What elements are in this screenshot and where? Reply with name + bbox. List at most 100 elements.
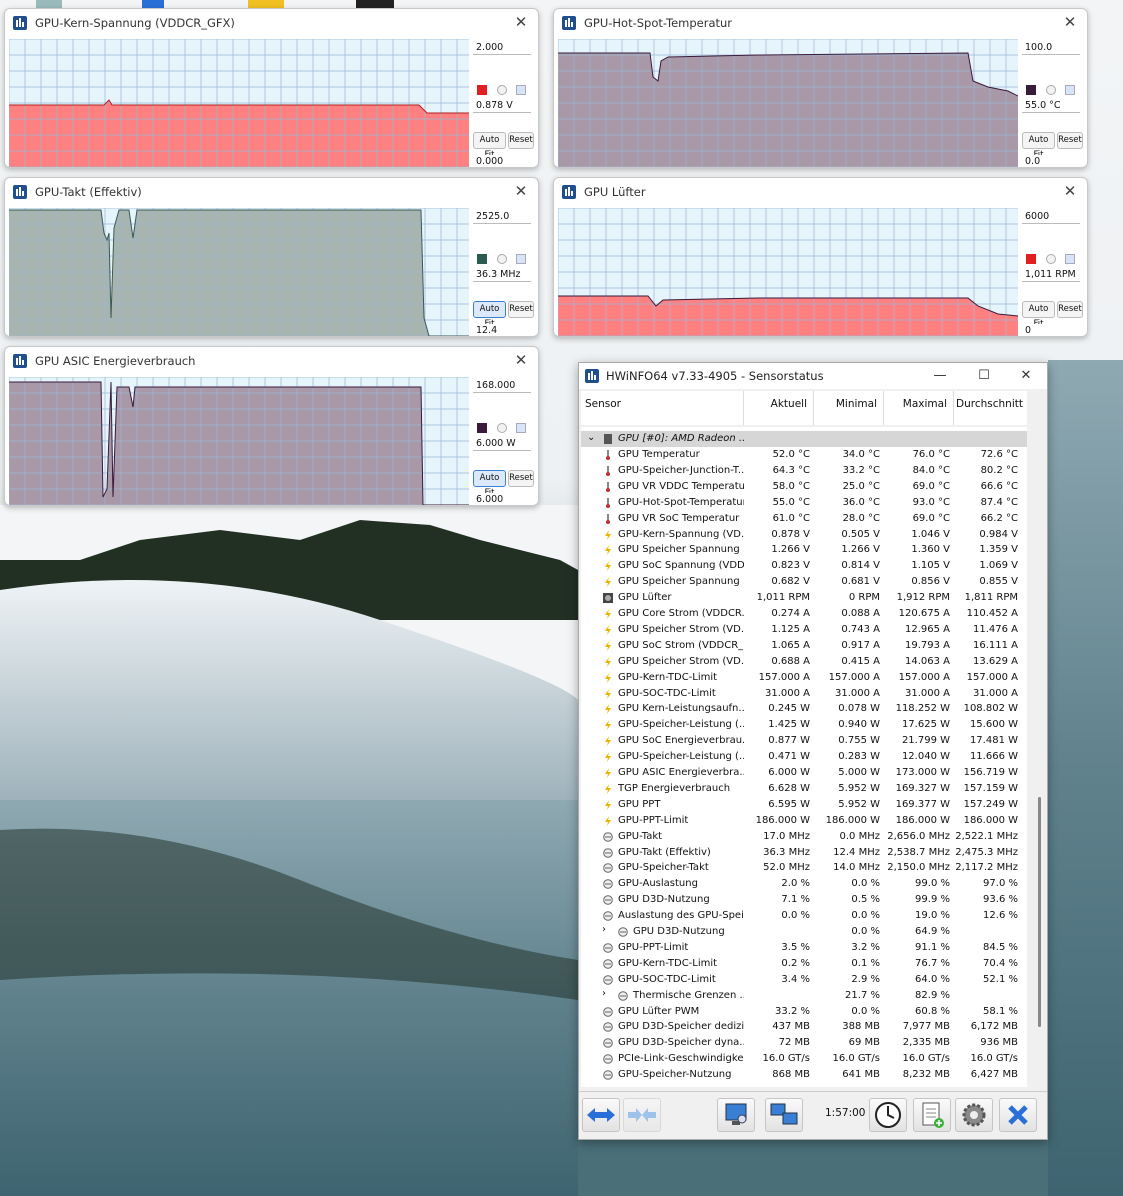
collapse-arrows-button[interactable] — [623, 1098, 661, 1132]
sensor-row[interactable]: › GPU D3D-Nutzung 0.0 % 64.9 % — [581, 924, 1027, 940]
sensor-row[interactable]: GPU D3D-Nutzung 7.1 % 0.5 % 99.9 % 93.6 … — [581, 892, 1027, 908]
sensor-row[interactable]: GPU Speicher Strom (VD... 1.125 A 0.743 … — [581, 622, 1027, 638]
auto-fit-button[interactable]: Auto Fit — [1022, 132, 1055, 160]
close-icon[interactable]: ✕ — [1061, 13, 1079, 31]
grid-toggle-icon[interactable] — [516, 85, 526, 95]
taskbar-icon[interactable] — [356, 0, 394, 8]
navigate-left-right-button[interactable] — [582, 1098, 620, 1132]
close-button[interactable]: ✕ — [1005, 363, 1047, 389]
clock-button[interactable] — [869, 1098, 907, 1132]
sensor-row[interactable]: GPU D3D-Speicher dyna... 72 MB 69 MB 2,3… — [581, 1035, 1027, 1051]
sensor-row[interactable]: TGP Energieverbrauch 6.628 W 5.952 W 169… — [581, 781, 1027, 797]
sensor-row[interactable]: GPU-Kern-Spannung (VD... 0.878 V 0.505 V… — [581, 527, 1027, 543]
sensor-row[interactable]: GPU Kern-Leistungsaufn... 0.245 W 0.078 … — [581, 701, 1027, 717]
graph-titlebar[interactable]: GPU-Hot-Spot-Temperatur — [554, 9, 1087, 36]
sensor-row[interactable]: GPU Lüfter 1,011 RPM 0 RPM 1,912 RPM 1,8… — [581, 590, 1027, 606]
sensor-row[interactable]: GPU-Speicher-Nutzung 868 MB 641 MB 8,232… — [581, 1067, 1027, 1083]
sensor-row[interactable]: GPU-SOC-TDC-Limit 3.4 % 2.9 % 64.0 % 52.… — [581, 972, 1027, 988]
sensor-row[interactable]: PCIe-Link-Geschwindigkeit 16.0 GT/s 16.0… — [581, 1051, 1027, 1067]
sensor-row[interactable]: GPU Lüfter PWM 33.2 % 0.0 % 60.8 % 58.1 … — [581, 1004, 1027, 1020]
sensor-row[interactable]: GPU Speicher Spannung ... 0.682 V 0.681 … — [581, 574, 1027, 590]
color-swatch[interactable] — [477, 254, 487, 264]
sensor-row[interactable]: GPU-Takt 17.0 MHz 0.0 MHz 2,656.0 MHz 2,… — [581, 829, 1027, 845]
graph-titlebar[interactable]: GPU Lüfter — [554, 178, 1087, 205]
style-circle-icon[interactable] — [497, 85, 507, 95]
grid-toggle-icon[interactable] — [1065, 85, 1075, 95]
graph-titlebar[interactable]: GPU-Takt (Effektiv) — [5, 178, 538, 205]
column-header-current[interactable]: Aktuell — [744, 391, 814, 425]
reset-button[interactable]: Reset — [508, 470, 534, 487]
column-header-average[interactable]: Durchschnitt — [954, 391, 1027, 425]
sensor-row[interactable]: GPU-Speicher-Leistung (... 1.425 W 0.940… — [581, 717, 1027, 733]
taskbar-icon[interactable] — [142, 0, 164, 8]
sensor-row[interactable]: GPU D3D-Speicher dediziert 437 MB 388 MB… — [581, 1019, 1027, 1035]
sensor-row[interactable]: GPU VR SoC Temperatur 61.0 °C 28.0 °C 69… — [581, 511, 1027, 527]
network-button[interactable] — [765, 1098, 803, 1132]
sensor-row[interactable]: GPU Speicher Strom (VD... 0.688 A 0.415 … — [581, 654, 1027, 670]
style-circle-icon[interactable] — [1046, 85, 1056, 95]
sensor-row[interactable]: GPU ASIC Energieverbra... 6.000 W 5.000 … — [581, 765, 1027, 781]
column-header-minimum[interactable]: Minimal — [814, 391, 884, 425]
auto-fit-button[interactable]: Auto Fit — [473, 470, 506, 498]
maximize-button[interactable]: ☐ — [963, 363, 1005, 389]
color-swatch[interactable] — [1026, 85, 1036, 95]
graph-titlebar[interactable]: GPU ASIC Energieverbrauch — [5, 347, 538, 374]
column-header-maximum[interactable]: Maximal — [884, 391, 954, 425]
settings-button[interactable] — [955, 1098, 993, 1132]
sensor-row[interactable]: GPU-Takt (Effektiv) 36.3 MHz 12.4 MHz 2,… — [581, 845, 1027, 861]
sensor-row[interactable]: GPU-Kern-TDC-Limit 157.000 A 157.000 A 1… — [581, 670, 1027, 686]
close-icon[interactable]: ✕ — [1061, 182, 1079, 200]
grid-toggle-icon[interactable] — [516, 423, 526, 433]
vertical-scrollbar[interactable] — [1035, 427, 1045, 1087]
sensor-row[interactable]: GPU-Speicher-Junction-T... 64.3 °C 33.2 … — [581, 463, 1027, 479]
grid-toggle-icon[interactable] — [516, 254, 526, 264]
color-swatch[interactable] — [1026, 254, 1036, 264]
sensor-row[interactable]: GPU Core Strom (VDDCR... 0.274 A 0.088 A… — [581, 606, 1027, 622]
window-titlebar[interactable]: HWiNFO64 v7.33-4905 - Sensorstatus — ☐ ✕ — [579, 363, 1047, 389]
close-sensors-button[interactable] — [999, 1098, 1037, 1132]
sensor-row[interactable]: GPU VR VDDC Temperatur 58.0 °C 25.0 °C 6… — [581, 479, 1027, 495]
taskbar-icon[interactable] — [248, 0, 284, 8]
sensor-row[interactable]: GPU SoC Strom (VDDCR_... 1.065 A 0.917 A… — [581, 638, 1027, 654]
sensor-row[interactable]: GPU PPT 6.595 W 5.952 W 169.377 W 157.24… — [581, 797, 1027, 813]
close-icon[interactable]: ✕ — [512, 13, 530, 31]
close-icon[interactable]: ✕ — [512, 182, 530, 200]
color-swatch[interactable] — [477, 85, 487, 95]
sensor-row[interactable]: Auslastung des GPU-Spei... 0.0 % 0.0 % 1… — [581, 908, 1027, 924]
auto-fit-button[interactable]: Auto Fit — [473, 301, 506, 329]
sensor-row[interactable]: GPU-SOC-TDC-Limit 31.000 A 31.000 A 31.0… — [581, 686, 1027, 702]
log-file-button[interactable] — [913, 1098, 951, 1132]
reset-button[interactable]: Reset — [1057, 132, 1083, 149]
sensor-row[interactable]: GPU-Speicher-Takt 52.0 MHz 14.0 MHz 2,15… — [581, 860, 1027, 876]
auto-fit-button[interactable]: Auto Fit — [1022, 301, 1055, 329]
sensor-report-button[interactable] — [717, 1098, 755, 1132]
sensor-row[interactable]: GPU-PPT-Limit 3.5 % 3.2 % 91.1 % 84.5 % — [581, 940, 1027, 956]
sensor-row[interactable]: › Thermische Grenzen ... 21.7 % 82.9 % — [581, 988, 1027, 1004]
color-swatch[interactable] — [477, 423, 487, 433]
sensor-row[interactable]: GPU-Speicher-Leistung (... 0.471 W 0.283… — [581, 749, 1027, 765]
reset-button[interactable]: Reset — [508, 301, 534, 318]
sensor-row[interactable]: GPU Temperatur 52.0 °C 34.0 °C 76.0 °C 7… — [581, 447, 1027, 463]
style-circle-icon[interactable] — [497, 254, 507, 264]
scrollbar-thumb[interactable] — [1038, 797, 1041, 1027]
sensor-row[interactable]: GPU-PPT-Limit 186.000 W 186.000 W 186.00… — [581, 813, 1027, 829]
taskbar-icon[interactable] — [36, 0, 62, 8]
close-icon[interactable]: ✕ — [512, 351, 530, 369]
sensor-row[interactable]: GPU SoC Spannung (VDD... 0.823 V 0.814 V… — [581, 558, 1027, 574]
column-header-sensor[interactable]: Sensor — [581, 391, 744, 425]
sensor-current: 0.877 W — [768, 735, 810, 747]
sensor-row[interactable]: GPU Speicher Spannung ... 1.266 V 1.266 … — [581, 542, 1027, 558]
grid-toggle-icon[interactable] — [1065, 254, 1075, 264]
minimize-button[interactable]: — — [919, 363, 961, 389]
reset-button[interactable]: Reset — [1057, 301, 1083, 318]
graph-titlebar[interactable]: GPU-Kern-Spannung (VDDCR_GFX) — [5, 9, 538, 36]
sensor-row[interactable]: GPU-Auslastung 2.0 % 0.0 % 99.0 % 97.0 % — [581, 876, 1027, 892]
group-row[interactable]: ⌄ GPU [#0]: AMD Radeon ... — [581, 431, 1027, 447]
style-circle-icon[interactable] — [1046, 254, 1056, 264]
reset-button[interactable]: Reset — [508, 132, 534, 149]
sensor-row[interactable]: GPU-Hot-Spot-Temperatur 55.0 °C 36.0 °C … — [581, 495, 1027, 511]
sensor-row[interactable]: GPU SoC Energieverbrau... 0.877 W 0.755 … — [581, 733, 1027, 749]
auto-fit-button[interactable]: Auto Fit — [473, 132, 506, 160]
style-circle-icon[interactable] — [497, 423, 507, 433]
sensor-row[interactable]: GPU-Kern-TDC-Limit 0.2 % 0.1 % 76.7 % 70… — [581, 956, 1027, 972]
